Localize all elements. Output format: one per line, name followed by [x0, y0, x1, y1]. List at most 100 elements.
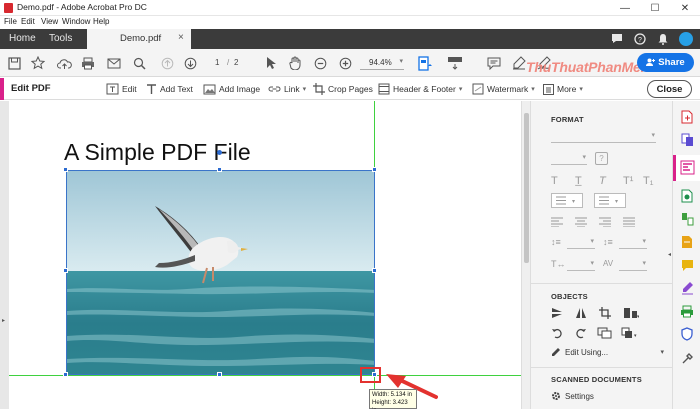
line-spacing-select[interactable] [567, 237, 595, 249]
menu-view[interactable]: View [41, 17, 58, 26]
horizontal-scale-select[interactable] [567, 259, 595, 271]
seagull-image[interactable] [66, 170, 375, 375]
rotate-handle[interactable] [217, 150, 222, 155]
left-panel-strip[interactable]: ▸ [0, 101, 9, 409]
text-underline-icon[interactable]: T̲ [575, 175, 582, 187]
window-close-button[interactable]: ✕ [670, 0, 700, 16]
tab-close-icon[interactable]: × [178, 32, 184, 43]
menu-window[interactable]: Window [62, 17, 90, 26]
crop-pages-tool[interactable]: Crop Pages [313, 82, 373, 96]
close-edit-button[interactable]: Close [647, 80, 692, 98]
combine-files-icon[interactable] [679, 132, 695, 148]
align-right-icon[interactable] [599, 217, 611, 227]
text-style-icon[interactable]: T [551, 175, 558, 187]
expand-left-icon[interactable]: ▸ [2, 317, 5, 324]
paragraph-spacing-select[interactable] [619, 237, 647, 249]
bell-icon[interactable] [657, 33, 669, 45]
align-center-icon[interactable] [575, 217, 587, 227]
zoom-out-icon[interactable] [312, 55, 328, 71]
edit-using-dropdown[interactable]: Edit Using... ▾ [551, 345, 666, 359]
mail-icon[interactable] [106, 55, 122, 71]
protect-icon[interactable] [679, 326, 695, 342]
page-up-icon[interactable] [159, 55, 175, 71]
zoom-search-icon[interactable] [131, 55, 147, 71]
link-tool[interactable]: Link ▾ [268, 82, 306, 96]
menu-help[interactable]: Help [93, 17, 109, 26]
page-current-input[interactable]: 1 [215, 58, 219, 67]
vertical-scrollbar[interactable] [521, 101, 530, 409]
page-down-icon[interactable] [182, 55, 198, 71]
more-tools-icon[interactable] [679, 350, 695, 366]
align-objects-icon[interactable]: ▾ [623, 307, 639, 319]
star-icon[interactable] [30, 55, 46, 71]
organize-pages-icon[interactable] [679, 211, 695, 227]
share-button[interactable]: Share [637, 53, 694, 72]
arrange-objects-icon[interactable]: ▾ [621, 327, 639, 339]
resize-handle[interactable] [63, 372, 68, 377]
tab-document[interactable]: Demo.pdf × [87, 29, 191, 49]
justify-icon[interactable] [623, 217, 635, 227]
tab-tools[interactable]: Tools [49, 29, 72, 49]
resize-handle[interactable] [217, 372, 222, 377]
print-icon[interactable] [80, 55, 96, 71]
add-text-tool[interactable]: Add Text [146, 82, 193, 96]
font-size-select[interactable] [551, 153, 587, 165]
help-icon[interactable]: ? [634, 33, 646, 45]
edit-tool[interactable]: Edit [106, 82, 137, 96]
flip-horizontal-icon[interactable] [575, 307, 587, 319]
minimize-button[interactable]: — [610, 0, 640, 16]
crop-image-icon[interactable] [599, 307, 611, 319]
watermark-tool[interactable]: Watermark ▾ [472, 82, 535, 96]
subscript-icon[interactable]: T₁ [643, 175, 653, 187]
text-italic-icon[interactable]: T [599, 175, 606, 187]
fit-page-icon[interactable] [417, 55, 433, 71]
save-icon[interactable] [6, 55, 22, 71]
more-tool[interactable]: More ▾ [543, 82, 583, 96]
bullet-list-button[interactable]: ▾ [551, 193, 583, 208]
comment-icon[interactable] [486, 55, 502, 71]
menu-edit[interactable]: Edit [21, 17, 35, 26]
add-image-tool[interactable]: Add Image [203, 82, 260, 96]
font-help-icon[interactable]: ? [595, 152, 608, 165]
rotate-cw-icon[interactable] [575, 327, 587, 339]
resize-handle[interactable] [63, 167, 68, 172]
font-family-select[interactable] [551, 131, 656, 143]
chat-icon[interactable] [611, 33, 623, 44]
comment-tool-icon[interactable] [679, 257, 695, 273]
scrollbar-thumb[interactable] [524, 113, 529, 263]
cloud-upload-icon[interactable] [56, 55, 72, 71]
numbered-list-button[interactable]: ▾ [594, 193, 626, 208]
fill-sign-icon[interactable] [679, 280, 695, 296]
export-pdf-icon[interactable] [679, 188, 695, 204]
resize-handle[interactable] [372, 167, 377, 172]
resize-handle[interactable] [63, 268, 68, 273]
char-spacing-select[interactable] [619, 259, 647, 271]
scroll-mode-icon[interactable] [447, 55, 463, 71]
zoom-select[interactable]: 94.4% ▾ [360, 56, 404, 70]
create-pdf-icon[interactable] [679, 109, 695, 125]
hand-tool-icon[interactable] [287, 55, 303, 71]
avatar[interactable] [679, 32, 693, 46]
select-cursor-icon[interactable] [263, 55, 279, 71]
tab-home[interactable]: Home [9, 29, 36, 49]
menu-file[interactable]: File [4, 17, 17, 26]
zoom-in-icon[interactable] [337, 55, 353, 71]
scanned-settings-link[interactable]: Settings [551, 390, 594, 402]
align-left-icon[interactable] [551, 217, 563, 227]
replace-image-icon[interactable] [597, 327, 612, 339]
maximize-button[interactable]: ☐ [640, 0, 670, 16]
chevron-down-icon: ▾ [458, 86, 463, 93]
flip-vertical-icon[interactable] [551, 307, 563, 319]
superscript-icon[interactable]: T¹ [623, 175, 633, 187]
add-text-icon [147, 84, 156, 94]
resize-handle[interactable] [217, 167, 222, 172]
pdf-heading-text[interactable]: A Simple PDF File [64, 139, 251, 166]
header-footer-tool[interactable]: Header & Footer ▾ [378, 82, 462, 96]
edit-pdf-rail-active[interactable] [673, 155, 700, 181]
collapse-panel-icon[interactable]: ◂ [668, 251, 671, 258]
enhance-scans-icon[interactable] [679, 234, 695, 250]
print-production-icon[interactable] [679, 303, 695, 319]
highlight-pen-icon[interactable] [511, 55, 527, 71]
resize-handle[interactable] [372, 268, 377, 273]
rotate-ccw-icon[interactable] [551, 327, 563, 339]
